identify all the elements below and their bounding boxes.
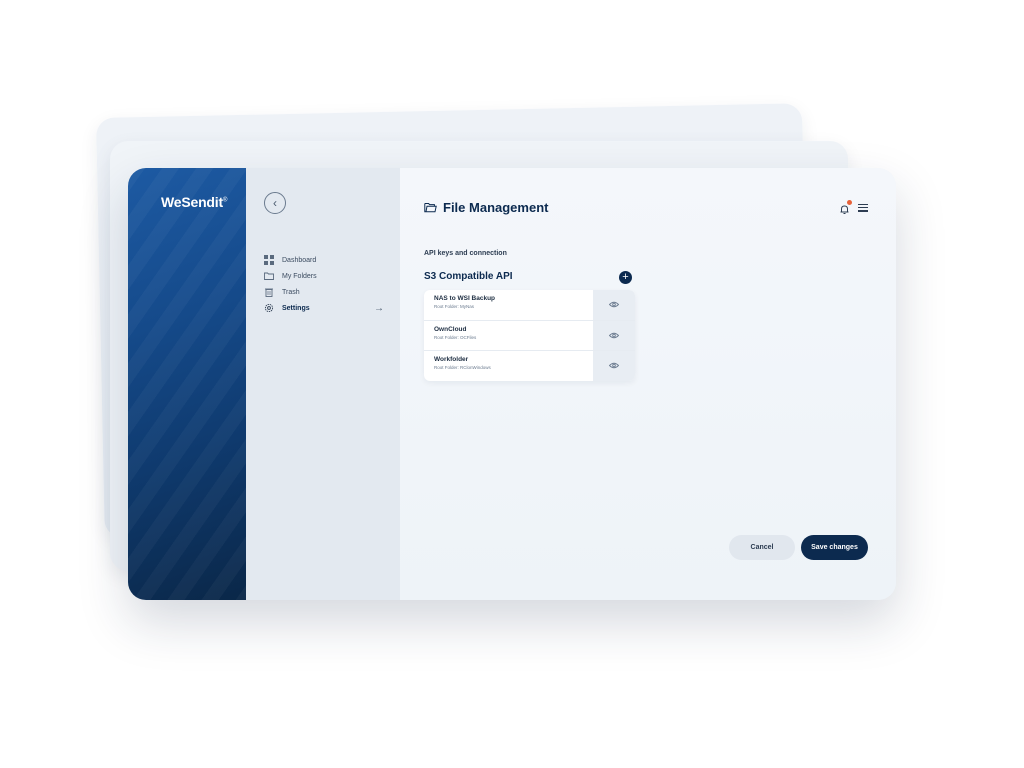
main-content: File Management API keys and connection … bbox=[400, 168, 896, 600]
list-item[interactable]: Workfolder Root Folder: RClonWindows bbox=[424, 351, 635, 381]
eye-icon bbox=[609, 302, 619, 308]
connection-info: Workfolder Root Folder: RClonWindows bbox=[424, 351, 593, 381]
brand-panel: WeSendit® bbox=[128, 168, 246, 600]
connection-name: NAS to WSI Backup bbox=[434, 295, 496, 302]
list-item[interactable]: OwnCloud Root Folder: OCFiles bbox=[424, 320, 635, 351]
grid-icon bbox=[264, 255, 274, 265]
back-button[interactable]: ‹ bbox=[264, 192, 286, 214]
connection-root-folder: Root Folder: OCFiles bbox=[434, 334, 477, 340]
connection-info: OwnCloud Root Folder: OCFiles bbox=[424, 321, 593, 351]
folder-open-icon bbox=[424, 203, 437, 213]
cancel-button[interactable]: Cancel bbox=[729, 535, 795, 560]
top-toolbar bbox=[839, 200, 868, 214]
menu-icon[interactable] bbox=[858, 203, 868, 212]
connection-list: NAS to WSI Backup Root Folder: MyNas Own… bbox=[424, 290, 635, 381]
sidebar-item-label: Settings bbox=[282, 304, 310, 312]
list-item[interactable]: NAS to WSI Backup Root Folder: MyNas bbox=[424, 290, 635, 321]
form-actions: Cancel Save changes bbox=[729, 535, 868, 560]
trash-icon bbox=[265, 288, 273, 297]
sidebar-nav: Dashboard My Folders Trash Settings → bbox=[264, 252, 384, 316]
connection-root-folder: Root Folder: RClonWindows bbox=[434, 365, 491, 370]
sidebar-item-label: Trash bbox=[282, 288, 300, 296]
chevron-left-icon: ‹ bbox=[273, 196, 277, 210]
plus-icon: + bbox=[622, 271, 629, 283]
sidebar-item-my-folders[interactable]: My Folders bbox=[264, 268, 384, 284]
eye-icon bbox=[609, 332, 619, 338]
view-connection-button[interactable] bbox=[593, 351, 635, 381]
connection-info: NAS to WSI Backup Root Folder: MyNas bbox=[424, 290, 593, 320]
page-title: File Management bbox=[443, 200, 549, 215]
add-connection-button[interactable]: + bbox=[619, 271, 632, 284]
sidebar-item-dashboard[interactable]: Dashboard bbox=[264, 252, 384, 268]
bell-icon bbox=[840, 205, 849, 214]
api-section-title: S3 Compatible API bbox=[424, 271, 513, 282]
view-connection-button[interactable] bbox=[593, 290, 635, 320]
arrow-right-icon: → bbox=[374, 302, 384, 314]
connection-name: Workfolder bbox=[434, 356, 469, 363]
sidebar: ‹ Dashboard My Folders Trash Settings → bbox=[246, 168, 400, 600]
page-header: File Management bbox=[424, 200, 548, 215]
eye-icon bbox=[609, 363, 619, 369]
sidebar-item-label: Dashboard bbox=[282, 256, 317, 264]
gear-icon bbox=[264, 303, 274, 313]
view-connection-button[interactable] bbox=[593, 320, 635, 350]
logo: WeSendit® bbox=[161, 194, 228, 210]
sidebar-item-settings[interactable]: Settings → bbox=[264, 300, 384, 316]
sidebar-item-label: My Folders bbox=[282, 272, 317, 280]
sidebar-item-trash[interactable]: Trash bbox=[264, 284, 384, 300]
folder-icon bbox=[264, 272, 274, 280]
app-window: WeSendit® ‹ Dashboard My Folders Trash S… bbox=[128, 168, 896, 600]
save-button[interactable]: Save changes bbox=[801, 535, 868, 560]
notification-badge bbox=[847, 200, 852, 205]
connection-name: OwnCloud bbox=[434, 325, 467, 333]
section-label: API keys and connection bbox=[424, 250, 507, 257]
notification-button[interactable] bbox=[839, 200, 852, 214]
connection-root-folder: Root Folder: MyNas bbox=[434, 304, 475, 309]
